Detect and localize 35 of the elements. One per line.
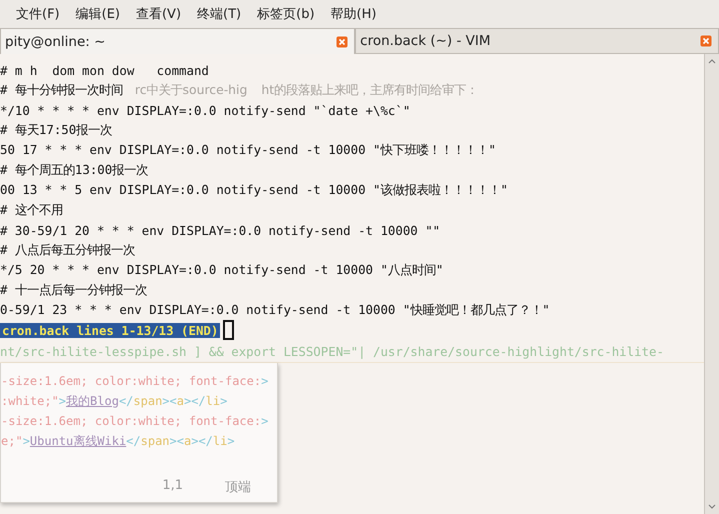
- close-icon[interactable]: [700, 35, 712, 47]
- tab[interactable]: pity@online: ~: [0, 28, 356, 54]
- terminal-line: # 30-59/1 20 * * * env DISPLAY=:0.0 notify-send -t 10000 "": [0, 222, 440, 238]
- scrollbar[interactable]: [704, 54, 719, 514]
- terminal-line: # 每个周五的13:00报一次: [0, 162, 148, 178]
- background-text: nt/src-hilite-lesspipe.sh ] && export LESSOPEN="| /usr/share/source-highlight/src-hilite-: [0, 344, 664, 358]
- terminal-line: # 每天17:50报一次: [0, 122, 112, 138]
- menu-item[interactable]: 帮助(H): [322, 5, 384, 23]
- terminal-line: # m h dom mon dow command: [0, 62, 209, 78]
- menu-item[interactable]: 文件(F): [8, 5, 68, 23]
- terminal-line: # 这个不用: [0, 202, 63, 218]
- code-line: e;">Ubuntu离线Wiki</span><a></li>: [1, 432, 236, 450]
- faded-text: rc中关于source-hig: [134, 82, 248, 98]
- menu-item[interactable]: 终端(T): [189, 5, 250, 23]
- terminal-line: */10 * * * * env DISPLAY=:0.0 notify-send "`date +\%c`": [0, 102, 410, 118]
- code-line: :white;">我的Blog</span><a></li>: [1, 392, 228, 410]
- menu-item[interactable]: 标签页(b): [249, 5, 323, 23]
- terminal-line: # 每十分钟报一次时间: [0, 82, 123, 98]
- cursor-position: 1,1: [162, 478, 183, 495]
- code-line: -size:1.6em; color:white; font-face:>: [1, 373, 270, 390]
- terminal-line: 00 13 * * 5 env DISPLAY=:0.0 notify-send -t 10000 "该做报表啦！！！！！": [0, 182, 508, 198]
- cursor: [223, 320, 234, 340]
- close-icon[interactable]: [336, 36, 348, 48]
- terminal-line: # 十一点后每一分钟报一次: [0, 282, 147, 298]
- terminal-line: # 八点后每五分钟报一次: [0, 242, 135, 258]
- pager-status: cron.back lines 1-13/13 (END): [0, 322, 220, 338]
- code-line: -size:1.6em; color:white; font-face:>: [1, 413, 270, 430]
- tab[interactable]: cron.back (~) - VIM: [355, 28, 719, 54]
- terminal-line: */5 20 * * * env DISPLAY=:0.0 notify-send -t 10000 "八点时间": [0, 262, 444, 278]
- terminal-line: 0-59/1 23 * * * env DISPLAY=:0.0 notify-send -t 10000 "快睡觉吧！都几点了？！": [0, 302, 550, 318]
- terminal-line: 50 17 * * * env DISPLAY=:0.0 notify-send -t 10000 "快下班喽！！！！！": [0, 142, 496, 158]
- menu-item[interactable]: 编辑(E): [68, 5, 128, 23]
- scroll-position: 顶端: [225, 479, 251, 496]
- menu-item[interactable]: 查看(V): [128, 5, 190, 23]
- faded-text: ht的段落贴上来吧，主席有时间给审下：: [261, 82, 478, 98]
